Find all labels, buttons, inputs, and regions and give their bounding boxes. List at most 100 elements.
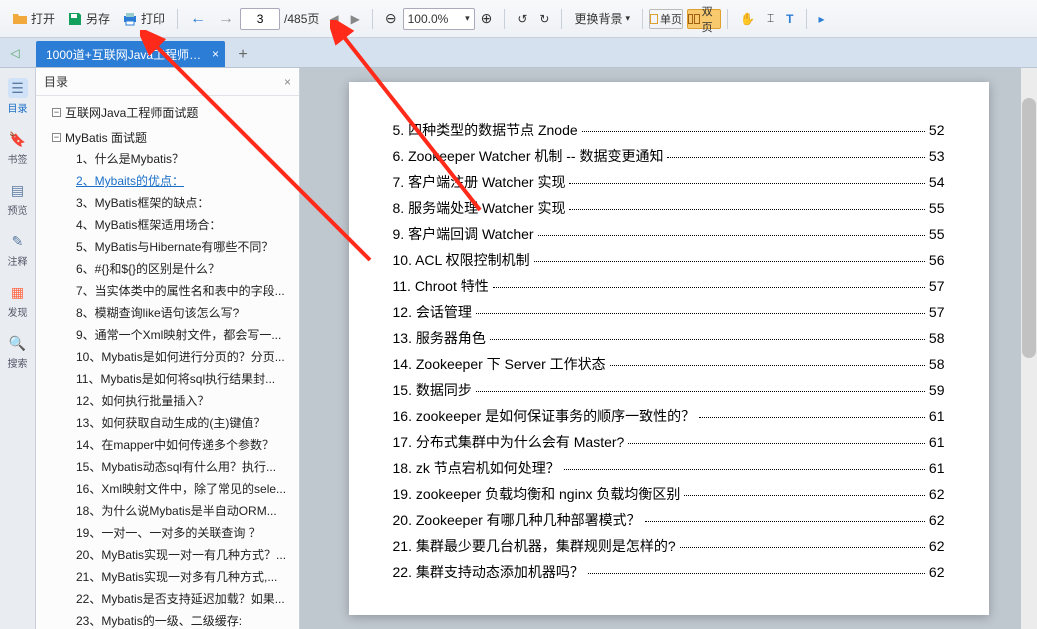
toc-item[interactable]: 15、Mybatis动态sql有什么用？执行... [48, 456, 297, 478]
toc-item[interactable]: 10、Mybatis是如何进行分页的？分页... [48, 346, 297, 368]
collapse-sidebar-button[interactable]: ◁ [6, 44, 24, 62]
zoom-in-button[interactable]: ⊕ [475, 6, 499, 32]
hand-tool-button[interactable]: ✋ [734, 6, 761, 32]
rotate-right-button[interactable]: ↻ [533, 6, 555, 32]
single-page-button[interactable]: 单页 [649, 9, 683, 29]
new-tab-button[interactable]: + [231, 43, 255, 67]
plus-icon: + [238, 46, 247, 64]
select-tool-button[interactable]: ⌶ [761, 6, 780, 32]
content-toc-row: 18. zk 节点宕机如何处理？61 [393, 458, 945, 478]
rotate-left-button[interactable]: ↺ [511, 6, 533, 32]
content-toc-row: 6. Zookeeper Watcher 机制 -- 数据变更通知53 [393, 146, 945, 166]
rail-item-list[interactable]: ☰目录 [4, 78, 32, 115]
page-total-label: /485页 [284, 10, 319, 27]
nav-next-button[interactable]: → [212, 6, 240, 32]
row-text: 7. 客户端注册 Watcher 实现 [393, 172, 566, 192]
toc-item[interactable]: 16、Xml映射文件中，除了常见的sele... [48, 478, 297, 500]
vertical-scrollbar[interactable] [1021, 68, 1037, 629]
zoom-value: 100.0% [408, 12, 449, 26]
print-label: 打印 [141, 10, 165, 27]
toc-item[interactable]: 19、一对一、一对多的关联查询 ？ [48, 522, 297, 544]
chevron-left-icon: ◀ [329, 12, 338, 26]
row-text: 21. 集群最少要几台机器，集群规则是怎样的? [393, 536, 676, 556]
rail-item-bookmark[interactable]: 🔖书签 [4, 129, 32, 166]
row-text: 5. 四种类型的数据节点 Znode [393, 120, 578, 140]
row-text: 15. 数据同步 [393, 380, 472, 400]
toc-root-label: 互联网Java工程师面试题 [65, 104, 198, 121]
content-toc-row: 19. zookeeper 负载均衡和 nginx 负载均衡区别62 [393, 484, 945, 504]
document-page: 5. 四种类型的数据节点 Znode526. Zookeeper Watcher… [349, 82, 989, 615]
rail-item-grid[interactable]: ▦发现 [4, 282, 32, 319]
content-toc-row: 21. 集群最少要几台机器，集群规则是怎样的?62 [393, 536, 945, 556]
tab-close-button[interactable]: × [212, 47, 219, 61]
zoom-select[interactable]: 100.0%▾ [403, 8, 475, 30]
row-text: 16. zookeeper 是如何保证事务的顺序一致性的？ [393, 406, 696, 426]
content-toc-row: 15. 数据同步59 [393, 380, 945, 400]
rail-item-search[interactable]: 🔍搜索 [4, 333, 32, 370]
toc-title: 目录 [44, 73, 68, 90]
row-page: 54 [929, 174, 945, 190]
text-tool-button[interactable]: T [780, 6, 799, 32]
toc-item[interactable]: 9、通常一个Xml映射文件，都会写一... [48, 324, 297, 346]
print-button[interactable]: 打印 [116, 6, 171, 32]
toc-tree[interactable]: − 互联网Java工程师面试题 − MyBatis 面试题 1、什么是Mybat… [36, 96, 299, 629]
row-text: 14. Zookeeper 下 Server 工作状态 [393, 354, 606, 374]
rail-item-preview[interactable]: ▤预览 [4, 180, 32, 217]
toc-item[interactable]: 3、MyBatis框架的缺点： [48, 192, 297, 214]
toc-item[interactable]: 21、MyBatis实现一对多有几种方式,... [48, 566, 297, 588]
tab-title: 1000道+互联网Java工程师面试... [46, 46, 206, 63]
content-toc-row: 9. 客户端回调 Watcher55 [393, 224, 945, 244]
toc-close-button[interactable]: × [284, 75, 291, 89]
open-button[interactable]: 打开 [6, 6, 61, 32]
scroll-thumb[interactable] [1022, 98, 1036, 358]
toc-section-node[interactable]: − MyBatis 面试题 [48, 127, 297, 148]
row-text: 17. 分布式集群中为什么会有 Master? [393, 432, 625, 452]
collapse-icon: − [52, 133, 61, 142]
toc-item[interactable]: 4、MyBatis框架适用场合： [48, 214, 297, 236]
more-button[interactable]: ▸ [813, 6, 831, 32]
toc-item[interactable]: 1、什么是Mybatis？ [48, 148, 297, 170]
prev-page-button[interactable]: ◀ [323, 6, 344, 32]
next-page-button[interactable]: ▶ [345, 6, 366, 32]
tab-strip: ◁ 1000道+互联网Java工程师面试... × + [0, 38, 1037, 68]
row-page: 58 [929, 356, 945, 372]
select-icon: ⌶ [767, 11, 774, 26]
toc-item[interactable]: 23、Mybatis的一级、二级缓存: [48, 610, 297, 629]
page-viewer[interactable]: 5. 四种类型的数据节点 Znode526. Zookeeper Watcher… [300, 68, 1037, 629]
row-page: 61 [929, 434, 945, 450]
toc-item[interactable]: 5、MyBatis与Hibernate有哪些不同？ [48, 236, 297, 258]
change-background-button[interactable]: 更换背景▾ [568, 6, 636, 32]
content-toc-row: 16. zookeeper 是如何保证事务的顺序一致性的？61 [393, 406, 945, 426]
rail-item-note[interactable]: ✎注释 [4, 231, 32, 268]
row-text: 10. ACL 权限控制机制 [393, 250, 530, 270]
page-number-input[interactable] [240, 8, 280, 30]
single-page-label: 单页 [660, 11, 682, 27]
bookmark-icon: 🔖 [8, 129, 28, 149]
save-button[interactable]: 另存 [61, 6, 116, 32]
toc-item[interactable]: 8、模糊查询like语句该怎么写? [48, 302, 297, 324]
toc-item[interactable]: 22、Mybatis是否支持延迟加载？如果... [48, 588, 297, 610]
row-text: 19. zookeeper 负载均衡和 nginx 负载均衡区别 [393, 484, 681, 504]
rail-label: 目录 [8, 100, 28, 115]
open-label: 打开 [31, 10, 55, 27]
rail-label: 发现 [8, 304, 28, 319]
nav-prev-button[interactable]: ← [184, 6, 212, 32]
toc-item[interactable]: 6、#{}和${}的区别是什么？ [48, 258, 297, 280]
document-tab[interactable]: 1000道+互联网Java工程师面试... × [36, 41, 225, 67]
zoom-out-button[interactable]: ⊖ [379, 6, 403, 32]
toc-item[interactable]: 20、MyBatis实现一对一有几种方式？... [48, 544, 297, 566]
double-page-button[interactable]: 双页 [687, 9, 721, 29]
toc-item[interactable]: 11、Mybatis是如何将sql执行结果封... [48, 368, 297, 390]
toc-root-node[interactable]: − 互联网Java工程师面试题 [48, 102, 297, 123]
content-toc-row: 12. 会话管理57 [393, 302, 945, 322]
toc-item[interactable]: 2、Mybaits的优点： [48, 170, 297, 192]
toc-item[interactable]: 14、在mapper中如何传递多个参数？ [48, 434, 297, 456]
row-text: 13. 服务器角色 [393, 328, 486, 348]
change-bg-label: 更换背景 [574, 10, 622, 27]
toc-item[interactable]: 12、如何执行批量插入？ [48, 390, 297, 412]
toc-item[interactable]: 7、当实体类中的属性名和表中的字段... [48, 280, 297, 302]
toc-item[interactable]: 13、如何获取自动生成的(主)键值？ [48, 412, 297, 434]
zoom-in-icon: ⊕ [481, 10, 493, 27]
hand-icon: ✋ [740, 12, 755, 26]
toc-item[interactable]: 18、为什么说Mybatis是半自动ORM... [48, 500, 297, 522]
